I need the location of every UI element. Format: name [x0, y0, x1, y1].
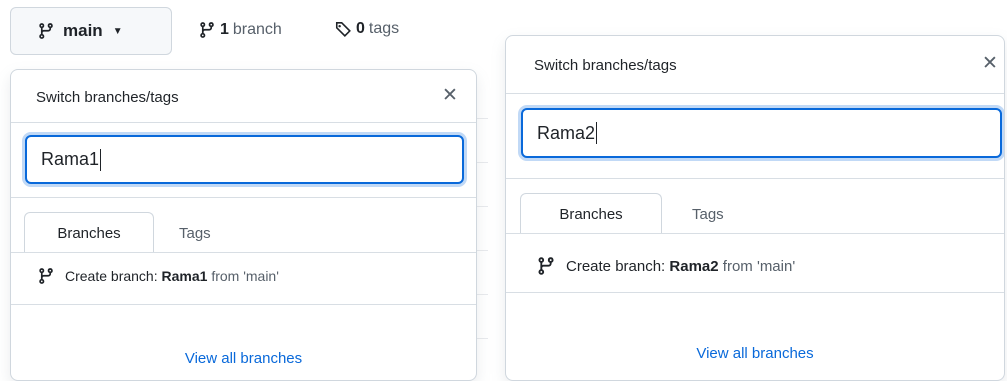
create-branch-name: Rama1	[161, 268, 208, 284]
tab-tags[interactable]: Tags	[692, 206, 724, 223]
branch-filter-input[interactable]: Rama2	[521, 108, 1002, 158]
git-branch-icon	[200, 22, 214, 38]
panel-title: Switch branches/tags	[36, 89, 179, 106]
tab-branches-label: Branches	[559, 205, 623, 223]
close-icon[interactable]: ✕	[982, 52, 998, 75]
background-file-list	[476, 96, 488, 381]
tags-count: 0	[356, 20, 365, 37]
chevron-down-icon: ▼	[112, 25, 123, 37]
branch-select-button[interactable]: main ▼	[10, 7, 172, 55]
git-branch-icon	[39, 23, 53, 39]
close-icon[interactable]: ✕	[442, 84, 458, 107]
tags-label: tags	[368, 20, 400, 37]
divider	[506, 178, 1004, 179]
tab-branches-label: Branches	[57, 224, 121, 242]
tag-icon	[335, 22, 351, 37]
git-branch-icon	[538, 257, 554, 275]
filter-value: Rama1	[41, 149, 100, 169]
create-branch-source: from 'main'	[211, 268, 279, 284]
text-cursor	[596, 122, 598, 144]
view-all-branches-link[interactable]: View all branches	[506, 345, 1004, 362]
branch-filter-input[interactable]: Rama1	[25, 135, 464, 184]
branches-count: 1	[220, 21, 229, 38]
branch-switcher-panel-1: Switch branches/tags ✕ Rama1 Branches Ta…	[10, 69, 477, 381]
create-branch-prefix: Create branch:	[566, 257, 666, 275]
create-branch-item[interactable]: Create branch: Rama1 from 'main'	[37, 266, 279, 286]
view-all-branches-link[interactable]: View all branches	[11, 350, 476, 367]
git-branch-icon	[39, 268, 53, 284]
divider	[506, 292, 1004, 293]
tab-branches[interactable]: Branches	[520, 193, 662, 234]
divider	[11, 197, 476, 198]
view-all-label: View all branches	[184, 350, 303, 367]
create-branch-item[interactable]: Create branch: Rama2 from 'main'	[536, 255, 795, 277]
tab-tags[interactable]: Tags	[179, 225, 211, 242]
create-branch-prefix: Create branch:	[65, 268, 158, 284]
create-branch-name: Rama2	[669, 257, 719, 275]
panel-title: Switch branches/tags	[534, 57, 677, 74]
text-cursor	[100, 148, 102, 171]
branches-label: branch	[232, 21, 282, 38]
tabs-divider	[506, 233, 1004, 234]
divider	[11, 304, 476, 305]
branch-switcher-panel-2: Switch branches/tags ✕ Rama2 Branches Ta…	[505, 35, 1005, 381]
branch-select-label: main	[63, 21, 103, 40]
branches-link[interactable]: 1 branch	[198, 20, 282, 40]
tabs-divider	[11, 252, 476, 253]
create-branch-source: from 'main'	[722, 257, 796, 275]
filter-value: Rama2	[537, 122, 596, 143]
tab-branches[interactable]: Branches	[24, 212, 154, 253]
tab-tags-label: Tags	[179, 225, 211, 242]
view-all-label: View all branches	[696, 345, 814, 362]
tags-link[interactable]: 0 tags	[334, 20, 399, 38]
tab-tags-label: Tags	[692, 206, 724, 223]
